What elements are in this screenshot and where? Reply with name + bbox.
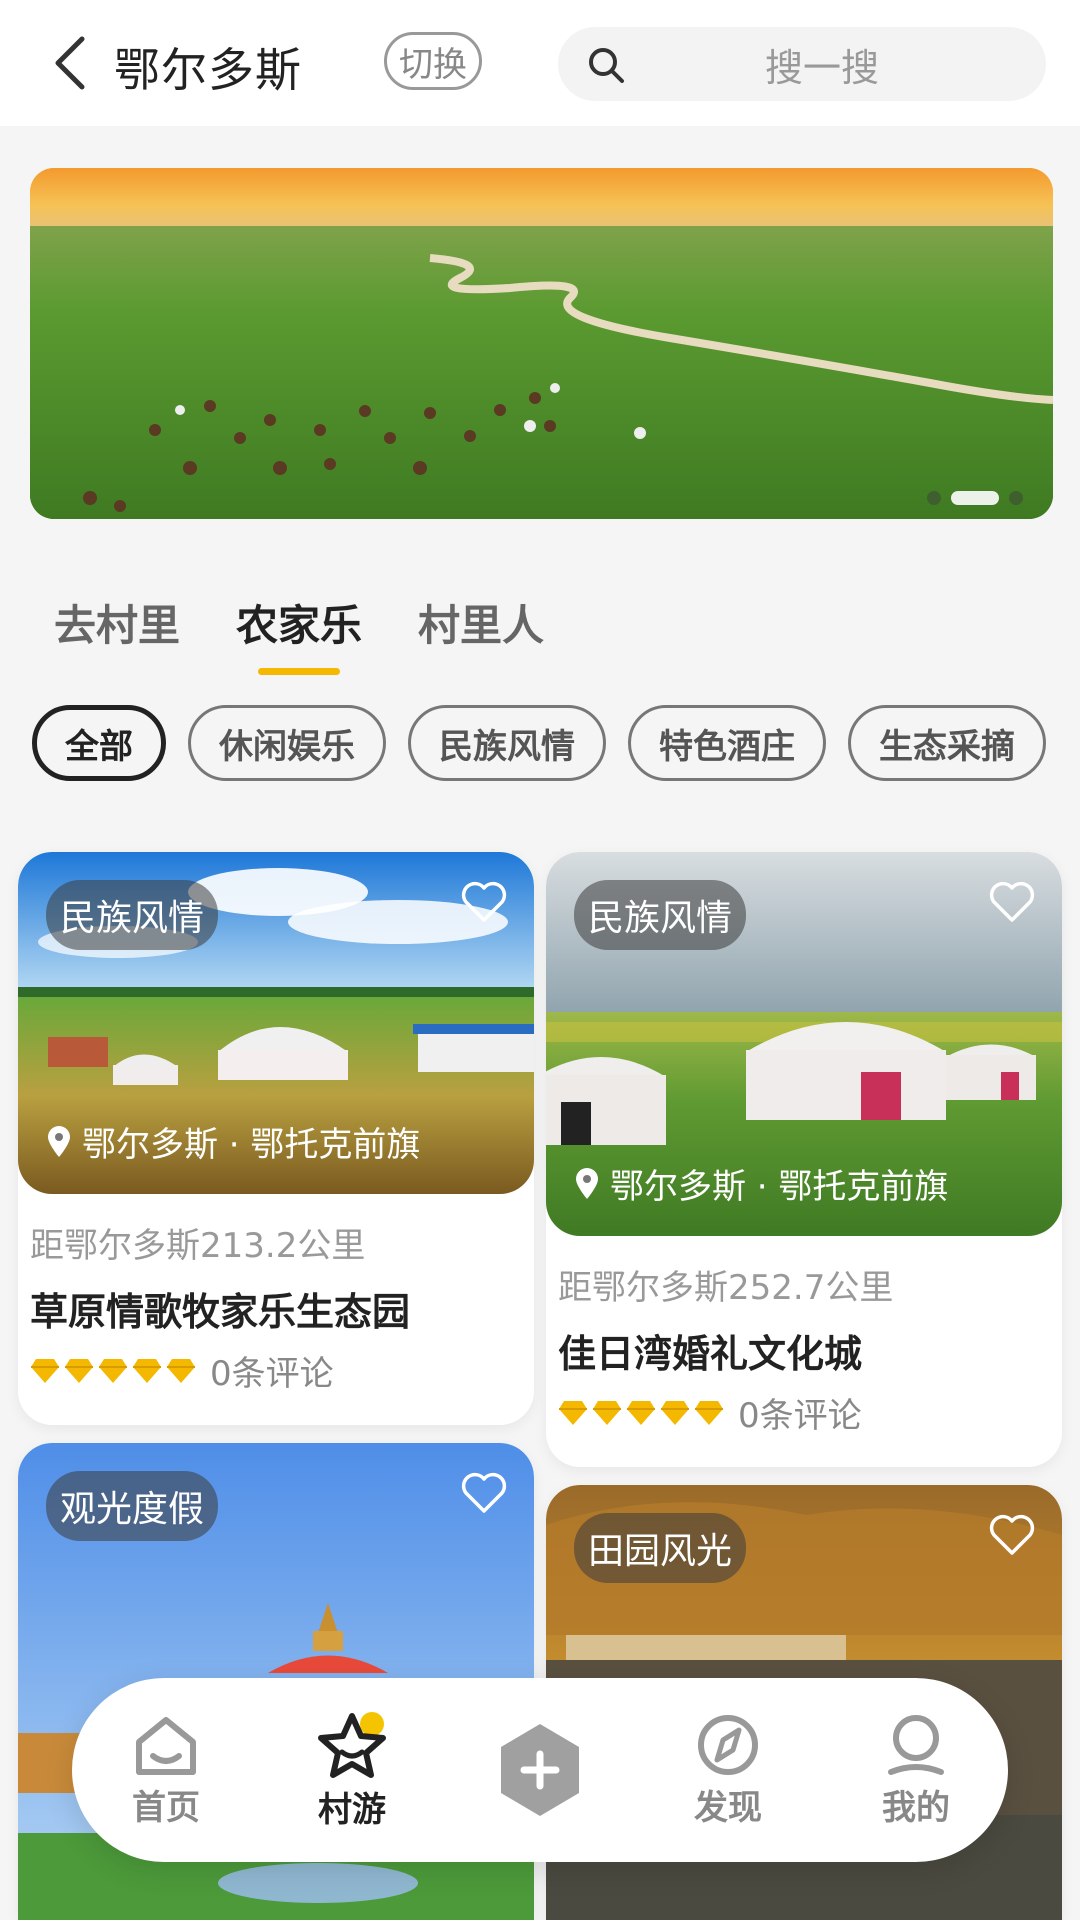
plus-icon [501, 1724, 579, 1816]
favorite-heart-icon[interactable] [988, 880, 1036, 924]
card-review-count: 0条评论 [210, 1354, 334, 1394]
star-icon [318, 1712, 386, 1778]
carousel-indicator [927, 491, 1023, 505]
diamond-icon [133, 1358, 161, 1383]
diamond-icon [559, 1400, 587, 1425]
filter-leisure[interactable]: 休闲娱乐 [188, 705, 386, 781]
diamond-icon [661, 1400, 689, 1425]
compass-icon [698, 1715, 758, 1775]
nav-village-tour[interactable]: 村游 [292, 1712, 412, 1831]
diamond-icon [627, 1400, 655, 1425]
diamond-icon [695, 1400, 723, 1425]
card-rating: 0条评论 [558, 1388, 1050, 1437]
card-location-text: 鄂尔多斯 · 鄂托克前旗 [610, 1167, 949, 1207]
banner-image [30, 168, 1053, 519]
user-icon [888, 1715, 944, 1775]
nav-label: 发现 [694, 1788, 762, 1828]
nav-label: 村游 [318, 1790, 386, 1830]
carousel-dot [927, 491, 941, 505]
filter-ethnic[interactable]: 民族风情 [408, 705, 606, 781]
venue-card[interactable]: 民族风情 鄂尔多斯 · 鄂托克前旗 距鄂尔多斯252.7公里 佳日湾婚礼文化城 … [546, 852, 1062, 1467]
tab-villagers[interactable]: 村里人 [418, 592, 544, 653]
filter-all[interactable]: 全部 [32, 705, 166, 781]
diamond-icon [65, 1358, 93, 1383]
banner-carousel[interactable] [30, 168, 1053, 519]
card-review-count: 0条评论 [738, 1396, 862, 1436]
nav-profile[interactable]: 我的 [856, 1712, 976, 1829]
city-title: 鄂尔多斯 [114, 43, 302, 97]
card-image: 民族风情 鄂尔多斯 · 鄂托克前旗 [546, 852, 1062, 1236]
rating-diamonds [30, 1358, 196, 1384]
card-image: 民族风情 鄂尔多斯 · 鄂托克前旗 [18, 852, 534, 1194]
nav-label: 我的 [882, 1788, 950, 1828]
nav-label: 首页 [132, 1788, 200, 1828]
bottom-navigation: 首页 村游 发现 我的 [72, 1678, 1008, 1862]
card-name: 草原情歌牧家乐生态园 [30, 1290, 411, 1334]
tab-farm-stay[interactable]: 农家乐 [236, 592, 362, 675]
home-icon [136, 1717, 196, 1775]
diamond-icon [31, 1358, 59, 1383]
rating-diamonds [558, 1400, 724, 1426]
card-location-text: 鄂尔多斯 · 鄂托克前旗 [82, 1125, 421, 1165]
card-tag: 田园风光 [574, 1513, 747, 1583]
back-button[interactable] [40, 28, 100, 98]
search-placeholder: 搜一搜 [764, 45, 879, 90]
search-box[interactable]: 搜一搜 [558, 27, 1046, 101]
top-bar: 鄂尔多斯 切换 搜一搜 [0, 0, 1080, 126]
tab-go-to-village[interactable]: 去村里 [54, 592, 180, 653]
favorite-heart-icon[interactable] [460, 1471, 508, 1515]
search-icon [589, 48, 624, 83]
venue-card[interactable]: 民族风情 鄂尔多斯 · 鄂托克前旗 距鄂尔多斯213.2公里 草原情歌牧家乐生态… [18, 852, 534, 1425]
location-pin-icon [576, 1167, 598, 1199]
nav-discover[interactable]: 发现 [668, 1712, 788, 1829]
category-tabs: 去村里 农家乐 村里人 [54, 592, 600, 675]
card-location: 鄂尔多斯 · 鄂托克前旗 [574, 1159, 948, 1208]
diamond-icon [593, 1400, 621, 1425]
diamond-icon [99, 1358, 127, 1383]
filter-picking[interactable]: 生态采摘 [848, 705, 1046, 781]
filter-winery[interactable]: 特色酒庄 [628, 705, 826, 781]
back-arrow-icon [55, 36, 85, 90]
carousel-dot-active [951, 491, 999, 505]
card-body: 距鄂尔多斯213.2公里 草原情歌牧家乐生态园 0条评论 [18, 1194, 534, 1425]
card-distance: 距鄂尔多斯252.7公里 [558, 1268, 894, 1308]
card-location: 鄂尔多斯 · 鄂托克前旗 [46, 1117, 420, 1166]
switch-city-button[interactable]: 切换 [384, 32, 482, 90]
card-rating: 0条评论 [30, 1346, 522, 1395]
location-pin-icon [48, 1125, 70, 1157]
nav-home[interactable]: 首页 [106, 1712, 226, 1829]
card-tag: 民族风情 [46, 880, 219, 950]
card-name: 佳日湾婚礼文化城 [558, 1332, 863, 1376]
carousel-dot [1009, 491, 1023, 505]
card-distance: 距鄂尔多斯213.2公里 [30, 1226, 366, 1266]
filter-chips: 全部 休闲娱乐 民族风情 特色酒庄 生态采摘 [32, 705, 1080, 785]
diamond-icon [167, 1358, 195, 1383]
nav-publish[interactable] [480, 1720, 600, 1820]
favorite-heart-icon[interactable] [460, 880, 508, 924]
card-tag: 观光度假 [46, 1471, 219, 1541]
favorite-heart-icon[interactable] [988, 1513, 1036, 1557]
card-tag: 民族风情 [574, 880, 747, 950]
card-body: 距鄂尔多斯252.7公里 佳日湾婚礼文化城 0条评论 [546, 1236, 1062, 1467]
